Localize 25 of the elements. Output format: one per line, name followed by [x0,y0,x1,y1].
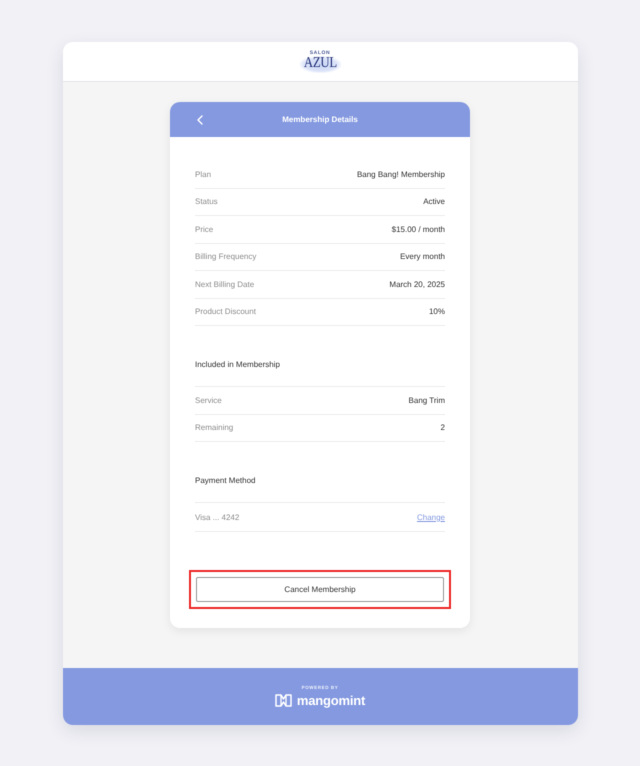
logo-mark-icon [274,694,292,707]
salon-logo: AZUL [299,56,341,73]
section-heading: Payment Method [195,476,256,486]
detail-value: Bang Trim [408,396,445,405]
cancel-membership-button[interactable]: Cancel Membership [196,577,444,602]
detail-label: Plan [195,170,212,179]
detail-value: $15.00 / month [392,224,445,234]
detail-label: Price [195,224,214,234]
back-chevron-icon[interactable] [197,115,203,125]
card-number-text: Visa ... 4242 [195,512,240,522]
detail-label: Product Discount [195,307,256,316]
card-title: Membership Details [282,115,358,124]
detail-value: Bang Bang! Membership [356,170,445,179]
brand-name: mangomint [296,693,366,708]
detail-label: Remaining [195,423,234,432]
detail-label: Status [195,197,218,206]
detail-value: Active [423,197,445,206]
detail-value: Every month [400,252,445,262]
detail-label: Billing Frequency [195,252,256,262]
detail-value: 2 [440,423,445,432]
detail-value: March 20, 2025 [389,280,445,289]
detail-value: 10% [428,307,445,316]
detail-label: Next Billing Date [195,280,254,289]
section-heading: Included in Membership [195,360,280,370]
detail-label: Service [195,396,222,405]
